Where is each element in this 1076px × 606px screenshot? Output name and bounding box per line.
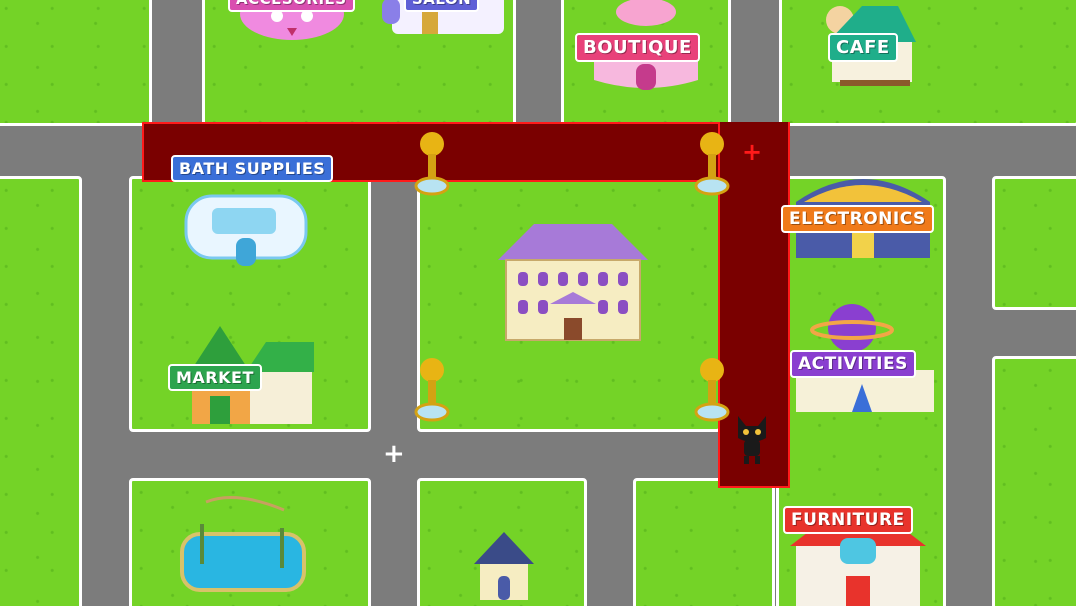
- activities-sign: ACTIVITIES: [790, 350, 916, 378]
- mansion-building-icon: [498, 224, 648, 341]
- block-top-far-left: [0, 0, 152, 126]
- pond-area[interactable]: [176, 494, 310, 598]
- block-left-edge: [0, 176, 82, 606]
- cafe-sign: CAFE: [828, 33, 898, 62]
- furniture-sign: FURNITURE: [783, 506, 913, 534]
- black-cat-icon: [738, 416, 766, 464]
- bird-fountain-icon: [694, 356, 730, 422]
- electronics-sign: ELECTRONICS: [781, 205, 934, 233]
- block-bottom-middle: [633, 478, 775, 606]
- bath-supplies-sign: BATH SUPPLIES: [171, 155, 334, 182]
- salon-sign: SALON: [404, 0, 480, 12]
- bath-supplies-shop[interactable]: [178, 186, 314, 272]
- bath-supplies-building-icon: [184, 194, 308, 266]
- market-sign: MARKET: [168, 364, 262, 391]
- small-house[interactable]: [472, 530, 536, 602]
- bird-fountain-icon: [414, 130, 450, 196]
- boutique-sign: BOUTIQUE: [575, 33, 700, 62]
- block-right-bottom: [992, 356, 1076, 606]
- bird-fountain-icon: [414, 356, 450, 422]
- block-right-top: [992, 176, 1076, 310]
- route-target-marker[interactable]: +: [742, 140, 762, 164]
- town-hall-mansion[interactable]: [498, 214, 648, 342]
- house-icon: [474, 532, 534, 600]
- player-cat-character[interactable]: [734, 412, 770, 464]
- intersection-marker[interactable]: +: [383, 441, 405, 467]
- bird-fountain-icon: [694, 130, 730, 196]
- pond-icon: [180, 496, 306, 592]
- town-map[interactable]: + + ACCESORIES SALON BOUTIQUE: [0, 0, 1076, 606]
- accessories-sign: ACCESORIES: [228, 0, 355, 12]
